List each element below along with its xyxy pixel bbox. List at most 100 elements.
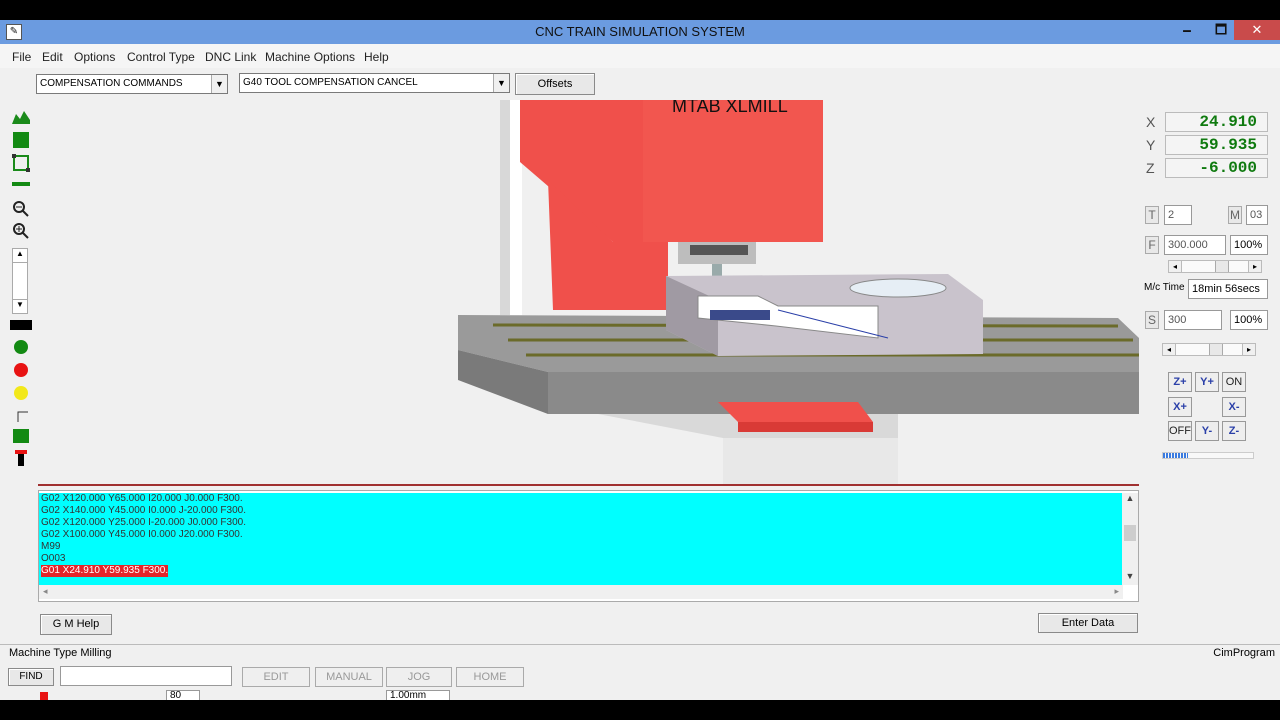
menu-help[interactable]: Help [364,50,389,64]
m-code-label-button[interactable]: M [1228,206,1242,224]
code-line[interactable]: G02 X120.000 Y65.000 I20.000 J0.000 F300… [41,493,1123,505]
red-circle-icon[interactable] [14,363,28,377]
step-size-select[interactable]: 1.00mm [386,690,450,700]
simulation-viewport[interactable]: MTAB XLMILL [38,100,1139,486]
green-square-icon[interactable] [13,429,29,443]
scroll-down-icon[interactable]: ▼ [13,299,27,313]
find-button[interactable]: FIND [8,668,54,686]
base-red-front [738,422,873,432]
spindle-off-button[interactable]: OFF [1168,421,1192,441]
z-axis-label: Z [1146,160,1155,176]
slider-left-icon[interactable]: ◂ [1169,261,1182,272]
edit-mode-button[interactable]: EDIT [242,667,310,687]
code-line[interactable]: G02 X140.000 Y45.000 I0.000 J-20.000 F30… [41,505,1123,517]
feed-override-slider[interactable]: ◂ ▸ [1168,260,1262,273]
tool-holder-icon[interactable] [12,450,30,468]
feed-label-button[interactable]: F [1145,236,1159,254]
jog-mode-button[interactable]: JOG [386,667,452,687]
app-window: ✎ CNC TRAIN SIMULATION SYSTEM 🗕 🗖 ✕ File… [0,20,1280,700]
menu-machine-options[interactable]: Machine Options [265,50,355,64]
green-circle-icon[interactable] [14,340,28,354]
command-group-select[interactable]: COMPENSATION COMMANDS ▼ [36,74,228,94]
slider-thumb[interactable] [1215,261,1229,272]
toolbar: COMPENSATION COMMANDS ▼ G40 TOOL COMPENS… [0,68,1280,100]
scroll-thumb[interactable] [1124,525,1136,541]
machined-circle [849,278,947,298]
scroll-up-icon[interactable]: ▲ [1122,493,1138,507]
x-axis-label: X [1146,114,1156,130]
line-view-icon[interactable] [12,182,30,186]
code-line[interactable]: G02 X100.000 Y45.000 I0.000 J20.000 F300… [41,529,1123,541]
code-horizontal-scrollbar[interactable]: ◂ ▸ [39,585,1123,599]
code-line[interactable]: G02 X120.000 Y25.000 I-20.000 J0.000 F30… [41,517,1123,529]
menu-file[interactable]: File [12,50,31,64]
feed-rate-field[interactable]: 300.000 [1164,235,1226,255]
slider-right-icon[interactable]: ▸ [1242,344,1255,355]
mountain-view-icon[interactable] [12,108,30,126]
jog-y-plus-button[interactable]: Y+ [1195,372,1219,392]
wireframe-view-icon[interactable] [12,154,30,172]
command-value: G40 TOOL COMPENSATION CANCEL [243,77,418,88]
machine-3d-view [458,100,1139,484]
spindle-speed-field[interactable]: 300 [1164,310,1222,330]
scroll-left-icon[interactable]: ◂ [43,586,48,597]
corner-icon[interactable] [12,406,30,424]
zoom-out-icon[interactable] [12,200,30,218]
scroll-down-icon[interactable]: ▼ [1122,571,1138,585]
find-input[interactable] [60,666,232,686]
jog-z-minus-button[interactable]: Z- [1222,421,1246,441]
tool-number-field[interactable]: 2 [1164,205,1192,225]
slider-right-icon[interactable]: ▸ [1248,261,1261,272]
menu-dnc-link[interactable]: DNC Link [205,50,256,64]
spindle-override-field[interactable]: 100% [1230,310,1268,330]
simulation-progress [1162,452,1254,459]
yellow-circle-icon[interactable] [14,386,28,400]
status-bar: Machine Type Milling CimProgram [0,644,1280,662]
chevron-down-icon[interactable]: ▼ [493,74,509,92]
slider-left-icon[interactable]: ◂ [1163,344,1176,355]
minimize-button[interactable]: 🗕 [1172,20,1202,40]
scroll-up-icon[interactable]: ▲ [13,249,27,263]
program-status: CimProgram [1213,647,1275,659]
menu-options[interactable]: Options [74,50,115,64]
offsets-button[interactable]: Offsets [515,73,595,95]
jog-x-plus-button[interactable]: X+ [1168,397,1192,417]
gm-help-button[interactable]: G M Help [40,614,112,635]
program-editor[interactable]: G02 X120.000 Y65.000 I20.000 J0.000 F300… [38,490,1139,602]
feed-value-field[interactable]: 80 [166,690,200,700]
close-button[interactable]: ✕ [1234,20,1280,40]
spindle-label-button[interactable]: S [1145,311,1159,329]
jog-x-minus-button[interactable]: X- [1222,397,1246,417]
pocket-shadow [710,310,770,320]
menu-control-type[interactable]: Control Type [127,50,195,64]
y-axis-label: Y [1146,137,1156,153]
view-scrollbar[interactable]: ▲ ▼ [12,248,28,314]
home-mode-button[interactable]: HOME [456,667,524,687]
scroll-right-icon[interactable]: ▸ [1114,586,1119,597]
maximize-button[interactable]: 🗖 [1206,20,1236,40]
spindle-on-button[interactable]: ON [1222,372,1246,392]
machine-time-value: 18min 56secs [1188,279,1268,299]
enter-data-button[interactable]: Enter Data [1038,613,1138,633]
code-line[interactable]: O003 [41,553,1123,565]
jog-z-plus-button[interactable]: Z+ [1168,372,1192,392]
manual-mode-button[interactable]: MANUAL [315,667,383,687]
machine-name: MTAB XLMILL [672,100,788,116]
code-line[interactable]: M99 [41,541,1123,553]
current-code-line[interactable]: G01 X24.910 Y59.935 F300. [41,565,169,577]
menu-edit[interactable]: Edit [42,50,63,64]
solid-view-icon[interactable] [13,132,29,148]
spindle-override-slider[interactable]: ◂ ▸ [1162,343,1256,356]
command-select[interactable]: G40 TOOL COMPENSATION CANCEL ▼ [239,73,510,93]
tool-label-button[interactable]: T [1145,206,1159,224]
chevron-down-icon[interactable]: ▼ [211,75,227,93]
code-vertical-scrollbar[interactable]: ▲ ▼ [1122,493,1138,585]
zoom-in-icon[interactable] [12,222,30,240]
command-group-value: COMPENSATION COMMANDS [40,78,183,89]
slider-thumb[interactable] [1209,344,1223,355]
feed-override-field[interactable]: 100% [1230,235,1268,255]
m-code-field[interactable]: 03 [1246,205,1268,225]
program-code-area[interactable]: G02 X120.000 Y65.000 I20.000 J0.000 F300… [39,493,1123,585]
jog-y-minus-button[interactable]: Y- [1195,421,1219,441]
black-color-icon[interactable] [10,320,32,330]
